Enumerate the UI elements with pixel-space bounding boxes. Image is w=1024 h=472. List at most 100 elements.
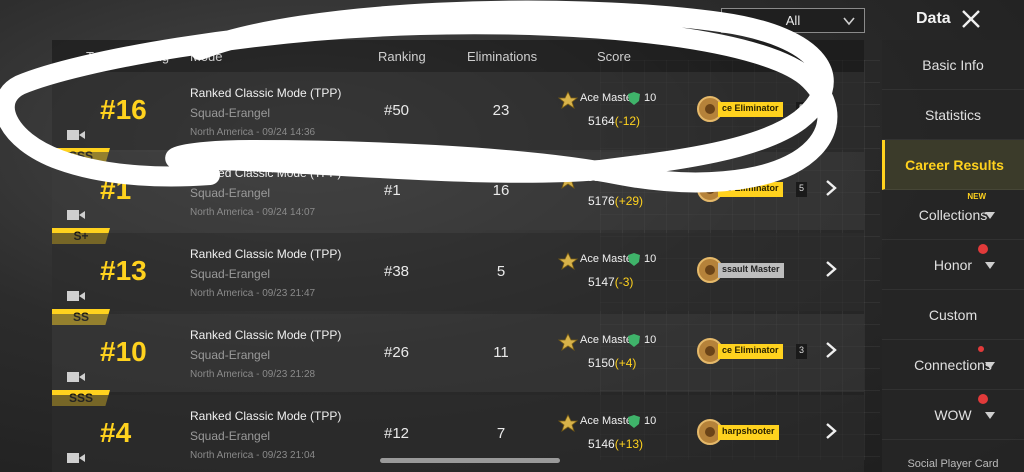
mode-label: Ranked Classic Mode (TPP) <box>190 86 342 100</box>
achievement-badge: ce Eliminator <box>718 344 783 359</box>
shield-icon <box>628 415 640 428</box>
chevron-right-icon[interactable] <box>822 179 840 197</box>
tier-crown-icon <box>558 414 578 432</box>
sidebar-item-label: Statistics <box>924 106 981 123</box>
map-label: Squad-Erangel <box>190 348 271 362</box>
chevron-down-icon <box>843 17 855 26</box>
match-ranking: #26 <box>384 344 410 361</box>
map-label: Squad-Erangel <box>190 429 271 443</box>
sidebar-item-label: Custom <box>928 306 978 323</box>
eliminations-count: 16 <box>492 182 510 199</box>
gift-icon <box>978 244 988 254</box>
sidebar-item-label: Career Results <box>905 156 1004 173</box>
sidebar-item-wow[interactable]: WOW <box>882 390 1024 440</box>
table-row[interactable]: #10 SSS Ranked Classic Mode (TPP) Squad-… <box>52 314 864 406</box>
video-replay-icon[interactable] <box>66 451 86 465</box>
region-time: North America - 09/23 21:47 <box>190 288 316 299</box>
filter-value: All <box>785 13 801 28</box>
shield-icon <box>628 253 640 266</box>
score-delta: (+13) <box>614 437 644 451</box>
score-number: 5147 <box>588 275 615 289</box>
page-title: Data <box>916 10 951 27</box>
team-ranking: #16 <box>100 94 147 125</box>
map-label: Squad-Erangel <box>190 186 271 200</box>
badge-count: 3 <box>796 344 808 359</box>
sidebar-item-social-player-card[interactable]: Social Player Card <box>882 440 1024 472</box>
video-replay-icon[interactable] <box>66 128 86 142</box>
score-number: 5150 <box>588 356 615 370</box>
eliminations-count: 11 <box>493 344 509 361</box>
sidebar-item-statistics[interactable]: Statistics <box>882 90 1024 140</box>
mode-label: Ranked Classic Mode (TPP) <box>190 166 342 180</box>
team-ranking: #13 <box>100 255 147 286</box>
tier-level: 10 <box>644 334 657 346</box>
chevron-right-icon[interactable] <box>822 99 840 117</box>
sidebar-item-label: WOW <box>934 406 972 423</box>
tier-crown-icon <box>558 91 578 109</box>
tier-level: 10 <box>644 172 657 184</box>
sidebar-item-basic-info[interactable]: Basic Info <box>882 40 1024 90</box>
notification-dot-icon <box>978 346 984 352</box>
score-number: 5176 <box>588 194 615 208</box>
video-replay-icon[interactable] <box>66 289 86 303</box>
sidebar-item-honor[interactable]: Honor <box>882 240 1024 290</box>
new-badge: NEW <box>967 192 986 201</box>
tier-level: 10 <box>644 92 657 104</box>
tier-crown-icon <box>558 333 578 351</box>
table-row[interactable]: #16 SSS Ranked Classic Mode (TPP) Squad-… <box>52 72 864 164</box>
score-number: 5164 <box>588 114 615 128</box>
eliminations-count: 7 <box>496 425 506 442</box>
sidebar-item-label: Collections <box>918 206 988 223</box>
eliminations-count: 23 <box>492 102 510 119</box>
sidebar-item-label: Honor <box>933 256 973 273</box>
achievement-badge: harpshooter <box>718 425 779 440</box>
gift-icon <box>978 394 988 404</box>
chevron-right-icon[interactable] <box>822 422 840 440</box>
scroll-indicator[interactable] <box>380 458 560 463</box>
tier-crown-icon <box>558 252 578 270</box>
table-header: Team Ranking Mode Ranking Eliminations S… <box>52 40 864 72</box>
team-ranking: #1 <box>100 174 132 205</box>
col-team-ranking: Team Ranking <box>86 49 170 64</box>
achievement-badge: ce Eliminator <box>718 102 783 117</box>
close-icon[interactable] <box>960 8 982 30</box>
table-row[interactable]: #1 S+ Ranked Classic Mode (TPP) Squad-Er… <box>52 152 864 244</box>
score-value: 5147(-3) <box>588 275 633 289</box>
score-value: 5150(+4) <box>588 356 636 370</box>
score-number: 5146 <box>588 437 615 451</box>
sidebar-item-connections[interactable]: Connections <box>882 340 1024 390</box>
career-results-table: Team Ranking Mode Ranking Eliminations S… <box>52 40 864 472</box>
video-replay-icon[interactable] <box>66 208 86 222</box>
match-ranking: #38 <box>384 263 410 280</box>
chevron-down-icon <box>985 412 995 419</box>
mode-label: Ranked Classic Mode (TPP) <box>190 247 342 261</box>
region-time: North America - 09/24 14:36 <box>190 127 316 138</box>
sidebar-item-collections[interactable]: Collections NEW <box>882 190 1024 240</box>
table-row[interactable]: #13 SS Ranked Classic Mode (TPP) Squad-E… <box>52 233 864 325</box>
mode-label: Ranked Classic Mode (TPP) <box>190 328 342 342</box>
col-ranking: Ranking <box>378 49 426 64</box>
col-mode: Mode <box>190 49 223 64</box>
score-value: 5164(-12) <box>588 114 640 128</box>
shield-icon <box>628 334 640 347</box>
sidebar-item-career-results[interactable]: Career Results <box>882 140 1024 190</box>
score-delta: (+4) <box>614 356 637 370</box>
badge-count: 5 <box>796 102 808 117</box>
score-delta: (-12) <box>614 114 641 128</box>
region-time: North America - 09/23 21:04 <box>190 450 316 461</box>
tier-crown-icon <box>558 171 578 189</box>
sidebar-item-label: Social Player Card <box>907 458 999 470</box>
sidebar-item-custom[interactable]: Custom <box>882 290 1024 340</box>
chevron-right-icon[interactable] <box>822 341 840 359</box>
chevron-down-icon <box>985 212 995 219</box>
eliminations-count: 5 <box>496 263 506 280</box>
region-time: North America - 09/23 21:28 <box>190 369 316 380</box>
score-value: 5146(+13) <box>588 437 643 451</box>
team-ranking: #10 <box>100 336 147 367</box>
shield-icon <box>628 172 640 185</box>
filter-dropdown[interactable]: All <box>721 8 865 33</box>
achievement-badge: ce Eliminator <box>718 182 783 197</box>
video-replay-icon[interactable] <box>66 370 86 384</box>
chevron-right-icon[interactable] <box>822 260 840 278</box>
sidebar-item-label: Basic Info <box>922 56 984 73</box>
